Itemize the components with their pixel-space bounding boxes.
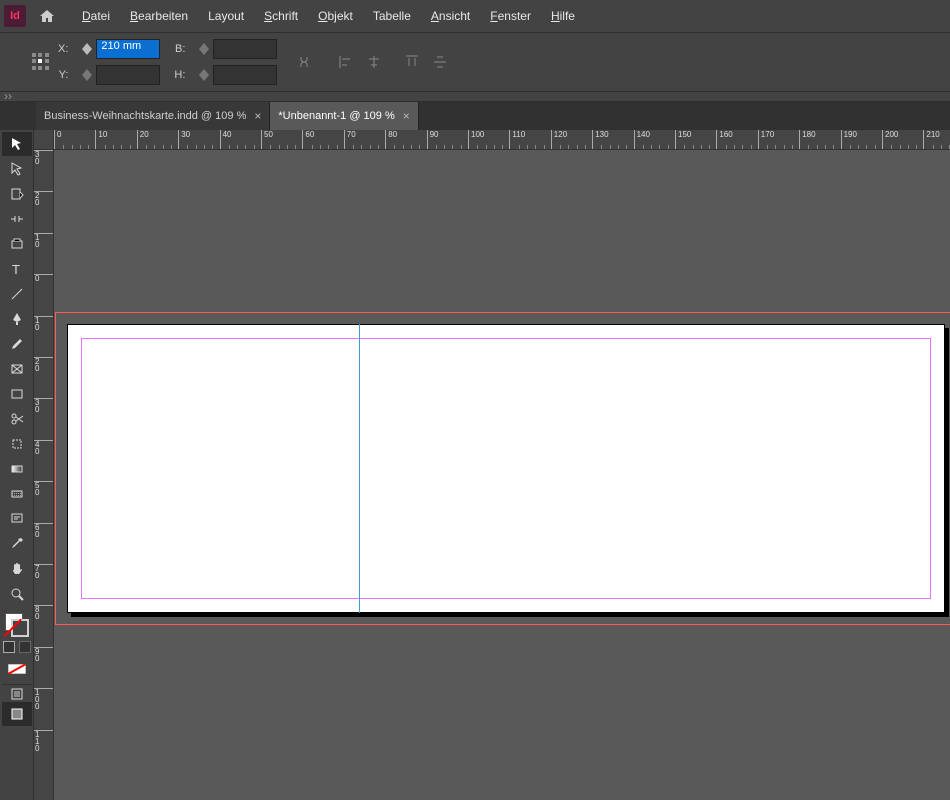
selection-tool[interactable] xyxy=(2,132,32,156)
fill-stroke-swatch[interactable] xyxy=(5,613,29,637)
distribute-h-icon[interactable] xyxy=(401,51,423,73)
horizontal-ruler[interactable]: 0102030405060708090100110120130140150160… xyxy=(54,130,950,150)
h-stepper[interactable] xyxy=(199,66,211,84)
gap-tool[interactable] xyxy=(2,207,32,231)
type-tool[interactable]: T xyxy=(2,257,32,281)
apply-none-icon[interactable] xyxy=(2,657,32,681)
y-input[interactable] xyxy=(96,65,160,85)
hand-tool[interactable] xyxy=(2,557,32,581)
margin-box xyxy=(81,338,931,599)
menu-datei[interactable]: Datei xyxy=(72,0,120,32)
h-label: H: xyxy=(174,69,185,81)
view-mode-preview-icon[interactable] xyxy=(2,702,32,726)
formatting-container-icon[interactable] xyxy=(3,641,15,653)
gradient-swatch-tool[interactable] xyxy=(2,457,32,481)
document-tab-bar: Business-Weihnachtskarte.indd @ 109 % × … xyxy=(0,102,950,130)
reference-point[interactable] xyxy=(32,53,50,71)
document-viewport[interactable]: 0102030405060708090100110120130140150160… xyxy=(34,130,950,800)
note-tool[interactable] xyxy=(2,507,32,531)
close-icon[interactable]: × xyxy=(254,109,261,123)
view-mode-normal-icon[interactable] xyxy=(2,684,32,701)
main-area: T 01020304050607080901001101201301401501… xyxy=(0,130,950,800)
swatch-target-row[interactable] xyxy=(3,641,31,653)
free-transform-tool[interactable] xyxy=(2,432,32,456)
menu-ansicht[interactable]: Ansicht xyxy=(421,0,480,32)
canvas[interactable] xyxy=(54,150,950,800)
x-input[interactable]: 210 mm xyxy=(96,39,160,59)
scissors-tool[interactable] xyxy=(2,407,32,431)
svg-text:T: T xyxy=(12,262,20,276)
panel-expand-chevrons[interactable]: ›› xyxy=(0,92,950,102)
home-icon[interactable] xyxy=(34,3,60,29)
x-stepper[interactable] xyxy=(82,40,94,58)
pen-tool[interactable] xyxy=(2,307,32,331)
rectangle-frame-tool[interactable] xyxy=(2,357,32,381)
distribute-v-icon[interactable] xyxy=(429,51,451,73)
menu-tabelle[interactable]: Tabelle xyxy=(363,0,421,32)
rectangle-tool[interactable] xyxy=(2,382,32,406)
control-bar: X: 210 mm B: Y: H: xyxy=(0,32,950,92)
pencil-tool[interactable] xyxy=(2,332,32,356)
vertical-ruler[interactable]: 3 02 01 001 02 03 04 05 06 07 08 09 01 0… xyxy=(34,150,54,800)
tool-panel: T xyxy=(0,130,34,800)
y-stepper[interactable] xyxy=(82,66,94,84)
formatting-text-icon[interactable] xyxy=(19,641,31,653)
doc-tab-0[interactable]: Business-Weihnachtskarte.indd @ 109 % × xyxy=(36,102,270,130)
direct-selection-tool[interactable] xyxy=(2,157,32,181)
x-label: X: xyxy=(58,43,68,55)
menu-bar: Id Datei Bearbeiten Layout Schrift Objek… xyxy=(0,0,950,32)
align-left-icon[interactable] xyxy=(335,51,357,73)
menu-schrift[interactable]: Schrift xyxy=(254,0,308,32)
align-center-icon[interactable] xyxy=(363,51,385,73)
h-input[interactable] xyxy=(213,65,277,85)
y-label: Y: xyxy=(58,69,68,81)
line-tool[interactable] xyxy=(2,282,32,306)
doc-tab-1[interactable]: *Unbenannt-1 @ 109 % × xyxy=(270,102,418,130)
close-icon[interactable]: × xyxy=(403,109,410,123)
constrain-icon[interactable] xyxy=(293,51,315,73)
doc-tab-label: *Unbenannt-1 @ 109 % xyxy=(278,110,394,122)
ruler-origin[interactable] xyxy=(34,130,54,150)
content-collector-tool[interactable] xyxy=(2,232,32,256)
b-input[interactable] xyxy=(213,39,277,59)
menu-layout[interactable]: Layout xyxy=(198,0,254,32)
gradient-feather-tool[interactable] xyxy=(2,482,32,506)
doc-tab-label: Business-Weihnachtskarte.indd @ 109 % xyxy=(44,110,246,122)
menu-fenster[interactable]: Fenster xyxy=(480,0,541,32)
page-tool[interactable] xyxy=(2,182,32,206)
menu-bearbeiten[interactable]: Bearbeiten xyxy=(120,0,198,32)
menu-objekt[interactable]: Objekt xyxy=(308,0,363,32)
spine-guide xyxy=(359,324,360,613)
menu-hilfe[interactable]: Hilfe xyxy=(541,0,585,32)
eyedropper-tool[interactable] xyxy=(2,532,32,556)
b-label: B: xyxy=(174,43,185,55)
b-stepper[interactable] xyxy=(199,40,211,58)
app-logo: Id xyxy=(4,5,26,27)
zoom-tool[interactable] xyxy=(2,582,32,606)
